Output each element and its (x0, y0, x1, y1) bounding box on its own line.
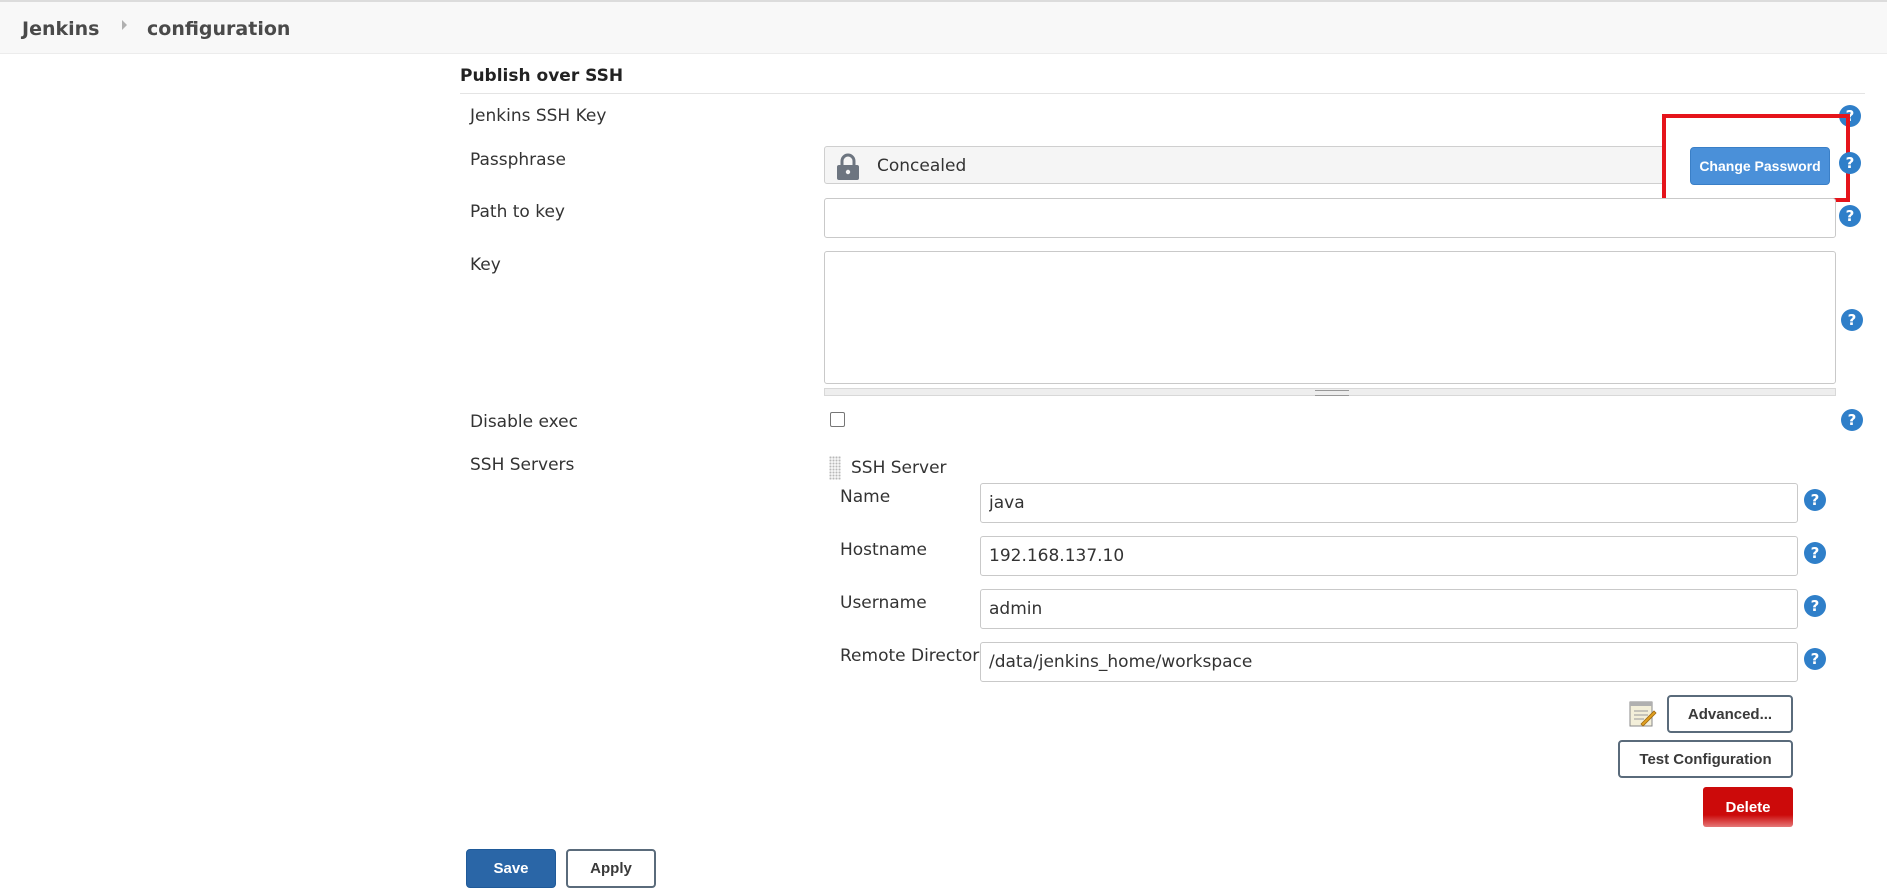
passphrase-label: Passphrase (470, 150, 566, 170)
help-icon[interactable]: ? (1839, 205, 1861, 227)
help-icon[interactable]: ? (1804, 489, 1826, 511)
help-icon[interactable]: ? (1804, 542, 1826, 564)
help-icon[interactable]: ? (1804, 595, 1826, 617)
help-icon[interactable]: ? (1839, 152, 1861, 174)
breadcrumb-configuration[interactable]: configuration (147, 18, 290, 40)
highlight-box (1662, 114, 1850, 202)
delete-button[interactable]: Delete (1703, 787, 1793, 827)
ssh-server-heading: SSH Server (851, 458, 947, 478)
section-title: Publish over SSH (460, 66, 624, 86)
jenkins-ssh-key-label: Jenkins SSH Key (470, 106, 607, 126)
username-input[interactable] (980, 589, 1798, 629)
test-configuration-button[interactable]: Test Configuration (1618, 740, 1793, 778)
hostname-input[interactable] (980, 536, 1798, 576)
path-to-key-input[interactable] (824, 198, 1836, 238)
username-label: Username (840, 593, 927, 613)
breadcrumb: Jenkins configuration (0, 2, 1887, 54)
ssh-servers-label: SSH Servers (470, 455, 575, 475)
name-label: Name (840, 487, 891, 507)
breadcrumb-separator-icon (122, 20, 127, 30)
path-to-key-label: Path to key (470, 202, 565, 222)
passphrase-concealed-text: Concealed (877, 156, 967, 176)
textarea-resize-handle[interactable] (824, 388, 1836, 396)
help-icon[interactable]: ? (1841, 409, 1863, 431)
hostname-label: Hostname (840, 540, 927, 560)
name-input[interactable] (980, 483, 1798, 523)
breadcrumb-jenkins[interactable]: Jenkins (22, 18, 99, 40)
remote-directory-input[interactable] (980, 642, 1798, 682)
disable-exec-checkbox[interactable] (830, 412, 845, 427)
help-icon[interactable]: ? (1804, 648, 1826, 670)
help-icon[interactable]: ? (1841, 309, 1863, 331)
passphrase-concealed-field: Concealed (824, 146, 1665, 184)
disable-exec-label: Disable exec (470, 412, 578, 432)
section-divider (460, 93, 1865, 94)
advanced-button[interactable]: Advanced... (1667, 695, 1793, 733)
grip-icon (1315, 390, 1349, 396)
lock-icon (837, 153, 859, 180)
save-button[interactable]: Save (466, 849, 556, 888)
remote-directory-label: Remote Directory (840, 646, 990, 666)
key-textarea[interactable] (824, 251, 1836, 384)
key-label: Key (470, 255, 501, 275)
notepad-icon (1629, 701, 1657, 727)
drag-handle-icon[interactable] (829, 456, 841, 480)
apply-button[interactable]: Apply (566, 849, 656, 888)
